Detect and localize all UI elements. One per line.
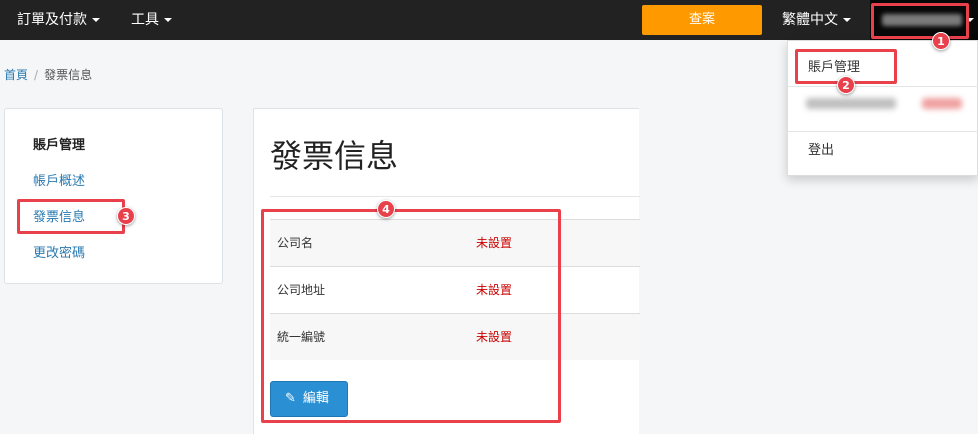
- chevron-down-icon: [164, 18, 172, 22]
- annotation-box-1: [871, 3, 969, 39]
- nav-orders-menu[interactable]: 訂單及付款: [17, 0, 100, 40]
- chevron-down-icon: [843, 18, 851, 22]
- page-title: 發票信息: [270, 137, 399, 175]
- account-sidebar: 賬戶管理 帳戶概述 發票信息 更改密碼: [4, 108, 223, 284]
- breadcrumb-current: 發票信息: [44, 68, 93, 82]
- search-case-button[interactable]: 查案: [642, 5, 762, 35]
- nav-orders-label: 訂單及付款: [17, 12, 87, 28]
- title-divider: [270, 196, 640, 197]
- top-navbar: 訂單及付款 工具 查案 繁體中文: [0, 0, 978, 40]
- nav-tools-label: 工具: [131, 12, 159, 28]
- redacted-account-info: [806, 98, 896, 109]
- annotation-badge-1: 1: [932, 32, 950, 50]
- breadcrumb-home-link[interactable]: 首頁: [4, 68, 28, 82]
- annotation-box-3: [17, 199, 125, 234]
- annotation-badge-4: 4: [377, 200, 395, 218]
- sidebar-item-account-overview[interactable]: 帳戶概述: [33, 170, 85, 189]
- annotation-badge-2: 2: [837, 76, 855, 94]
- language-menu[interactable]: 繁體中文: [782, 0, 851, 40]
- sidebar-item-change-password[interactable]: 更改密碼: [33, 242, 85, 261]
- breadcrumb: 首頁 / 發票信息: [4, 66, 92, 83]
- menu-divider: [788, 86, 978, 87]
- annotation-box-4: [261, 209, 561, 423]
- nav-tools-menu[interactable]: 工具: [131, 0, 172, 40]
- redacted-account-status: [922, 98, 962, 109]
- menu-item-logout[interactable]: 登出: [788, 135, 978, 167]
- chevron-down-icon: [92, 18, 100, 22]
- language-label: 繁體中文: [782, 12, 838, 28]
- annotation-badge-3: 3: [117, 207, 135, 225]
- sidebar-title: 賬戶管理: [33, 138, 86, 153]
- breadcrumb-separator: /: [34, 68, 39, 82]
- menu-divider: [788, 131, 978, 132]
